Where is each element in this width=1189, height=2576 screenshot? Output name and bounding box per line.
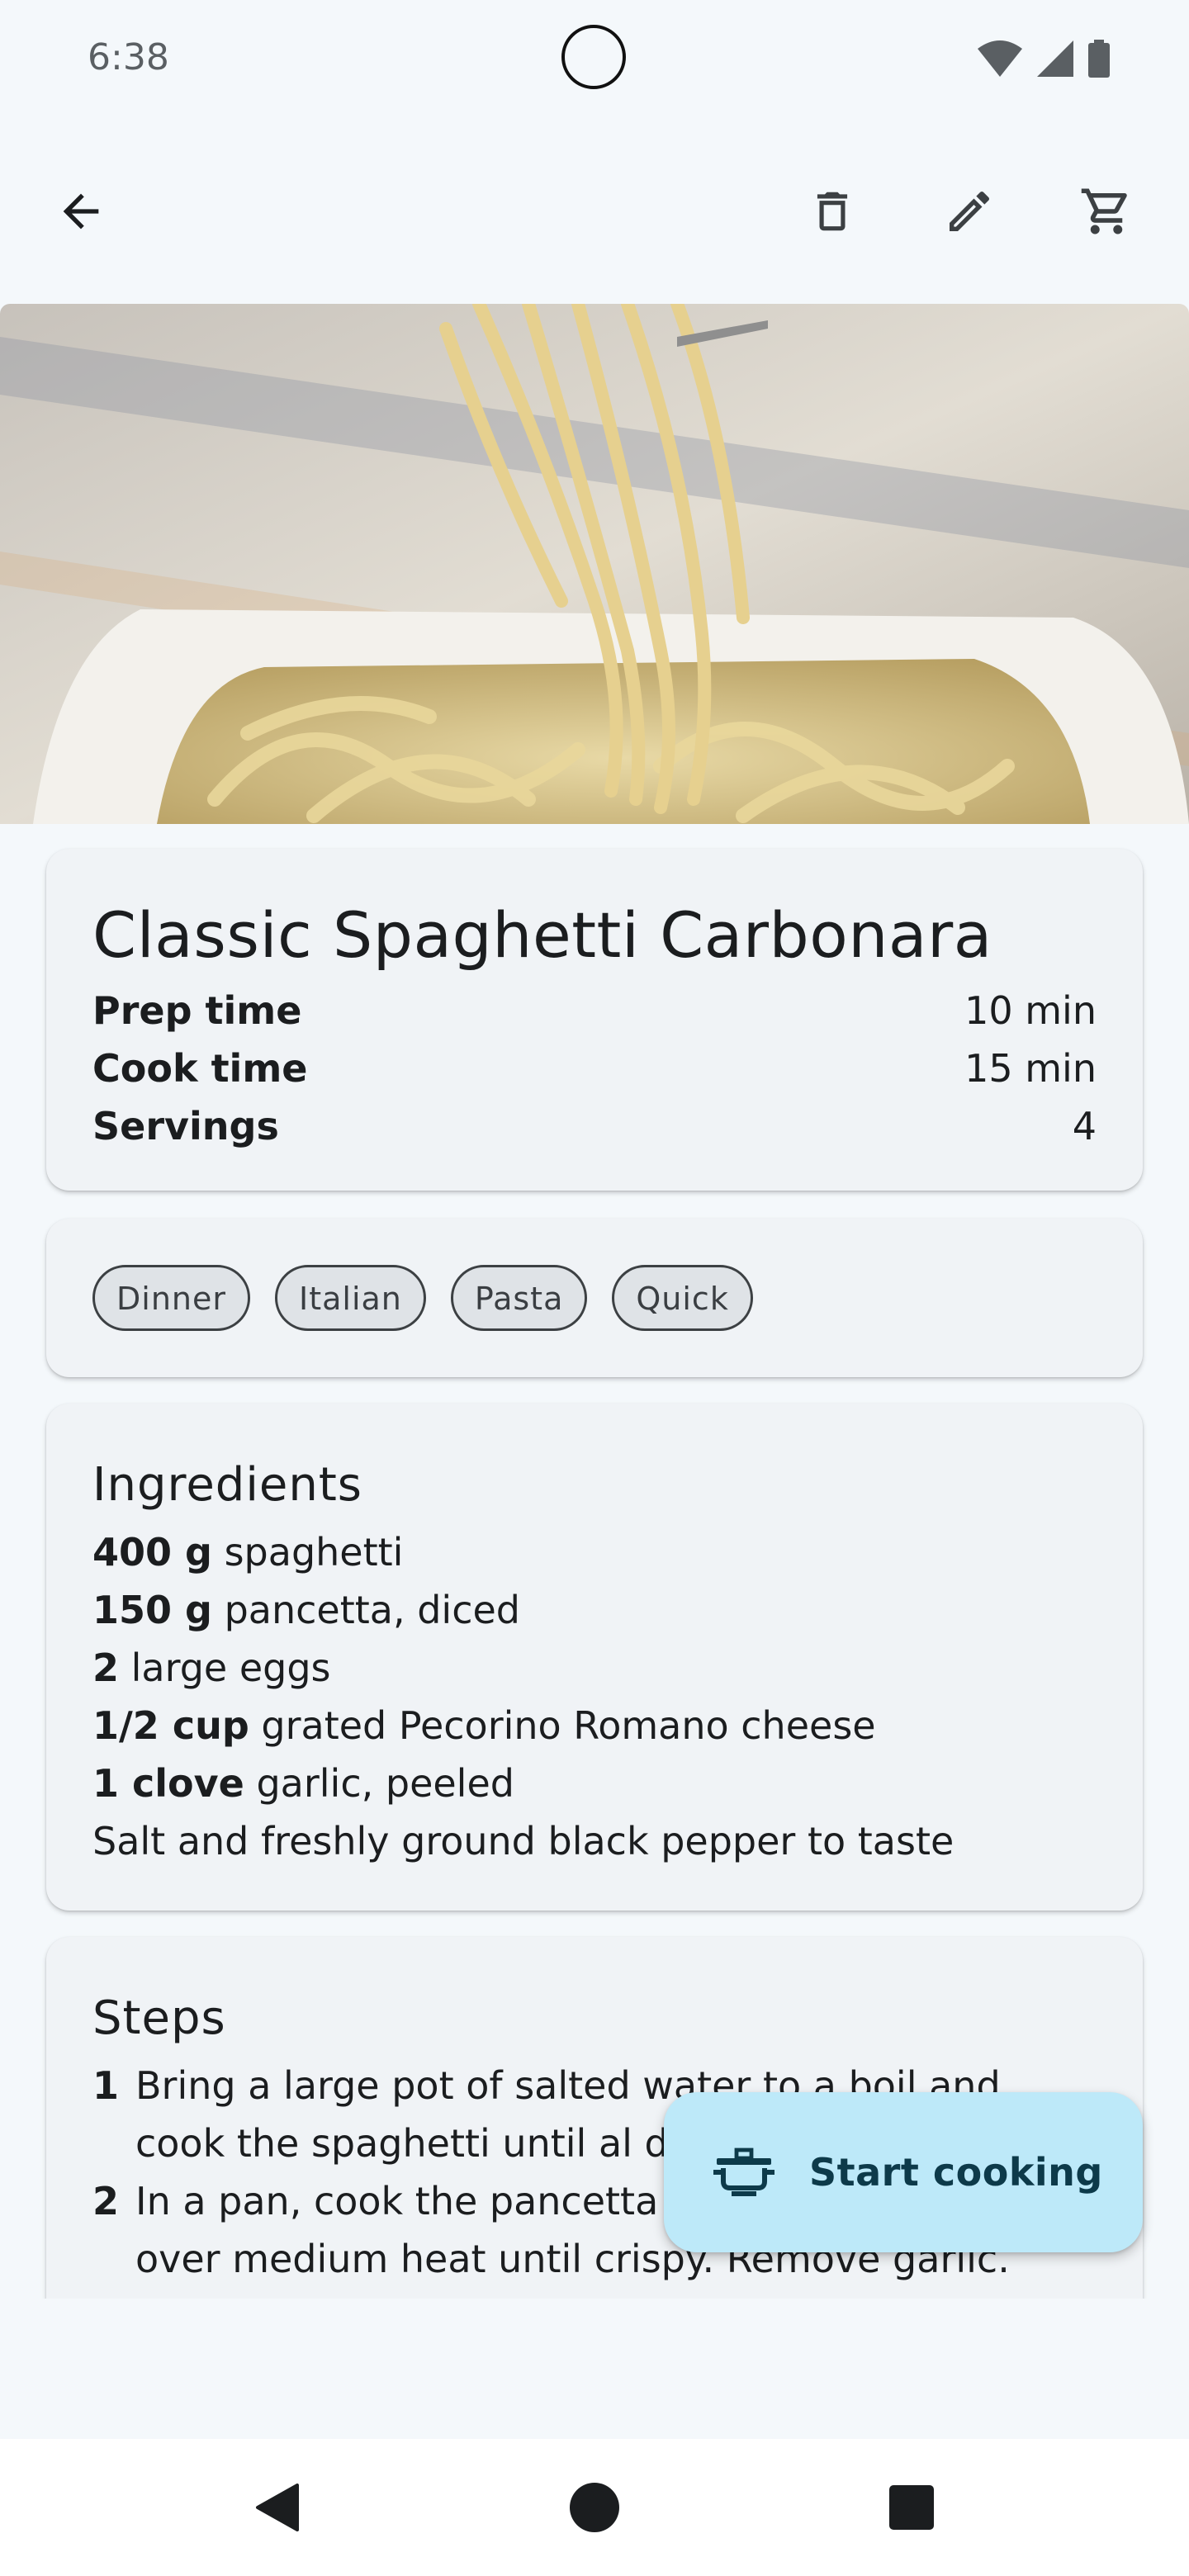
nav-home-button[interactable]	[545, 2439, 644, 2576]
step-number: 2	[92, 2179, 120, 2223]
ingredient-qty: 1/2 cup	[92, 1703, 249, 1748]
ingredient-item: 2 large eggs	[92, 1639, 1097, 1697]
detail-value: 10 min	[964, 988, 1097, 1033]
status-time: 6:38	[88, 36, 169, 78]
steps-title: Steps	[92, 1991, 226, 2045]
camera-cutout	[561, 25, 626, 89]
ingredient-text: Salt and freshly ground black pepper to …	[92, 1819, 955, 1863]
nav-back-button[interactable]	[228, 2439, 327, 2576]
ingredient-qty: 1 clove	[92, 1761, 244, 1806]
shopping-cart-icon	[1081, 188, 1127, 234]
recipe-title: Classic Spaghetti Carbonara	[92, 898, 992, 972]
detail-label: Prep time	[92, 988, 302, 1033]
arrow-back-icon	[63, 193, 99, 230]
back-button[interactable]	[41, 172, 121, 251]
step-number: 1	[92, 2063, 120, 2108]
ingredient-qty: 400 g	[92, 1530, 212, 1574]
ingredient-qty: 2	[92, 1646, 120, 1690]
nav-recents-button[interactable]	[862, 2439, 961, 2576]
tags-card: Dinner Italian Pasta Quick	[46, 1219, 1143, 1377]
ingredient-text: large eggs	[130, 1646, 331, 1690]
ingredient-text: spaghetti	[224, 1530, 404, 1574]
ingredient-item: 1 clove garlic, peeled	[92, 1754, 1097, 1812]
ingredient-text: grated Pecorino Romano cheese	[261, 1703, 876, 1748]
servings-row: Servings 4	[92, 1097, 1097, 1155]
nav-home-icon	[570, 2483, 619, 2532]
system-nav-bar	[0, 2439, 1189, 2576]
cart-button[interactable]	[1067, 172, 1146, 251]
trash-icon	[817, 192, 848, 231]
ingredient-text: pancetta, diced	[224, 1588, 521, 1632]
pencil-icon	[950, 191, 990, 231]
wifi-icon	[978, 40, 1022, 77]
tag-chip[interactable]: Dinner	[92, 1265, 250, 1331]
pasta-photo-illustration	[0, 304, 1189, 824]
signal-icon	[1037, 40, 1073, 77]
detail-label: Servings	[92, 1104, 279, 1148]
ingredient-item: 1/2 cup grated Pecorino Romano cheese	[92, 1697, 1097, 1754]
detail-label: Cook time	[92, 1046, 308, 1091]
edit-button[interactable]	[930, 172, 1009, 251]
ingredient-qty: 150 g	[92, 1588, 212, 1632]
ingredients-card: Ingredients 400 g spaghetti 150 g pancet…	[46, 1404, 1143, 1911]
tag-chip[interactable]: Italian	[275, 1265, 426, 1331]
prep-time-row: Prep time 10 min	[92, 982, 1097, 1039]
scroll-fade-area	[0, 2299, 1189, 2439]
status-icons	[978, 40, 1110, 78]
detail-value: 15 min	[964, 1046, 1097, 1091]
detail-value: 4	[1072, 1104, 1097, 1148]
cook-time-row: Cook time 15 min	[92, 1039, 1097, 1097]
ingredient-item: 150 g pancetta, diced	[92, 1581, 1097, 1639]
nav-back-icon	[256, 2484, 299, 2531]
delete-button[interactable]	[793, 172, 872, 251]
ingredient-item: Salt and freshly ground black pepper to …	[92, 1812, 1097, 1870]
battery-icon	[1088, 40, 1110, 78]
ingredients-title: Ingredients	[92, 1458, 362, 1512]
ingredient-item: 400 g spaghetti	[92, 1523, 1097, 1581]
tag-chip[interactable]: Pasta	[450, 1265, 588, 1331]
start-cooking-label: Start cooking	[809, 2150, 1103, 2195]
start-cooking-button[interactable]: Start cooking	[664, 2092, 1143, 2252]
nav-recents-icon	[889, 2485, 934, 2530]
recipe-photo	[0, 304, 1189, 824]
ingredient-text: garlic, peeled	[256, 1761, 514, 1806]
tag-chip[interactable]: Quick	[612, 1265, 753, 1331]
cooking-pot-icon	[713, 2147, 775, 2196]
recipe-info-card: Classic Spaghetti Carbonara Prep time 10…	[46, 849, 1143, 1191]
